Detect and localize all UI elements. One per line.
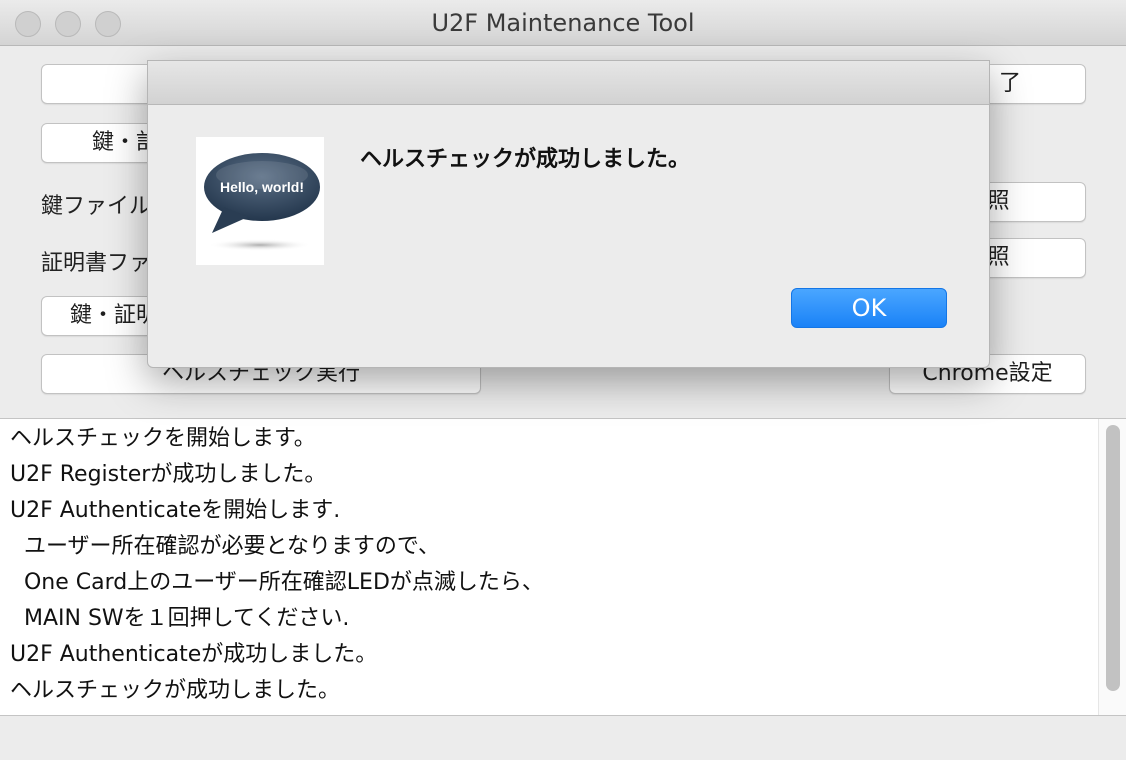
ok-button-label: OK bbox=[851, 294, 887, 322]
log-line: U2F Authenticateを開始します. bbox=[10, 498, 341, 523]
log-textarea[interactable]: ヘルスチェックを開始します。 U2F Registerが成功しました。 U2F … bbox=[0, 418, 1126, 716]
log-lines: ヘルスチェックを開始します。 U2F Registerが成功しました。 U2F … bbox=[10, 421, 544, 709]
app-window: U2F Maintenance Tool 了 鍵・訁 鍵ファイル 参照 証明書フ… bbox=[0, 0, 1126, 760]
speech-bubble-text: Hello, world! bbox=[220, 179, 304, 195]
cert-file-label: 証明書ファ bbox=[41, 251, 152, 276]
delete-key-cert-label: 鍵・証明 bbox=[70, 303, 159, 328]
window-title: U2F Maintenance Tool bbox=[431, 9, 695, 37]
log-line: ユーザー所在確認が必要となりますので、 bbox=[10, 534, 441, 559]
dialog-message: ヘルスチェックが成功しました。 bbox=[360, 147, 691, 172]
key-file-label: 鍵ファイル bbox=[41, 194, 152, 219]
log-line: U2F Authenticateが成功しました。 bbox=[10, 642, 378, 667]
alert-dialog: Hello, world! ヘルスチェックが成功しました。 OK bbox=[147, 60, 990, 368]
speech-bubble-icon: Hello, world! bbox=[196, 137, 324, 265]
log-scrollbar[interactable] bbox=[1098, 419, 1126, 715]
log-line: ヘルスチェックが成功しました。 bbox=[10, 678, 341, 703]
log-line: MAIN SWを１回押してください. bbox=[10, 606, 350, 631]
title-bar[interactable]: U2F Maintenance Tool bbox=[0, 0, 1126, 46]
log-line: ヘルスチェックを開始します。 bbox=[10, 426, 316, 451]
status-bar bbox=[0, 717, 1126, 760]
log-line: One Card上のユーザー所在確認LEDが点滅したら、 bbox=[10, 570, 544, 595]
top-action-button-label: 了 bbox=[998, 71, 1021, 96]
log-line: U2F Registerが成功しました。 bbox=[10, 462, 327, 487]
ok-button[interactable]: OK bbox=[791, 288, 947, 328]
dialog-title-bar bbox=[148, 61, 989, 105]
log-scroll-thumb[interactable] bbox=[1106, 425, 1120, 691]
